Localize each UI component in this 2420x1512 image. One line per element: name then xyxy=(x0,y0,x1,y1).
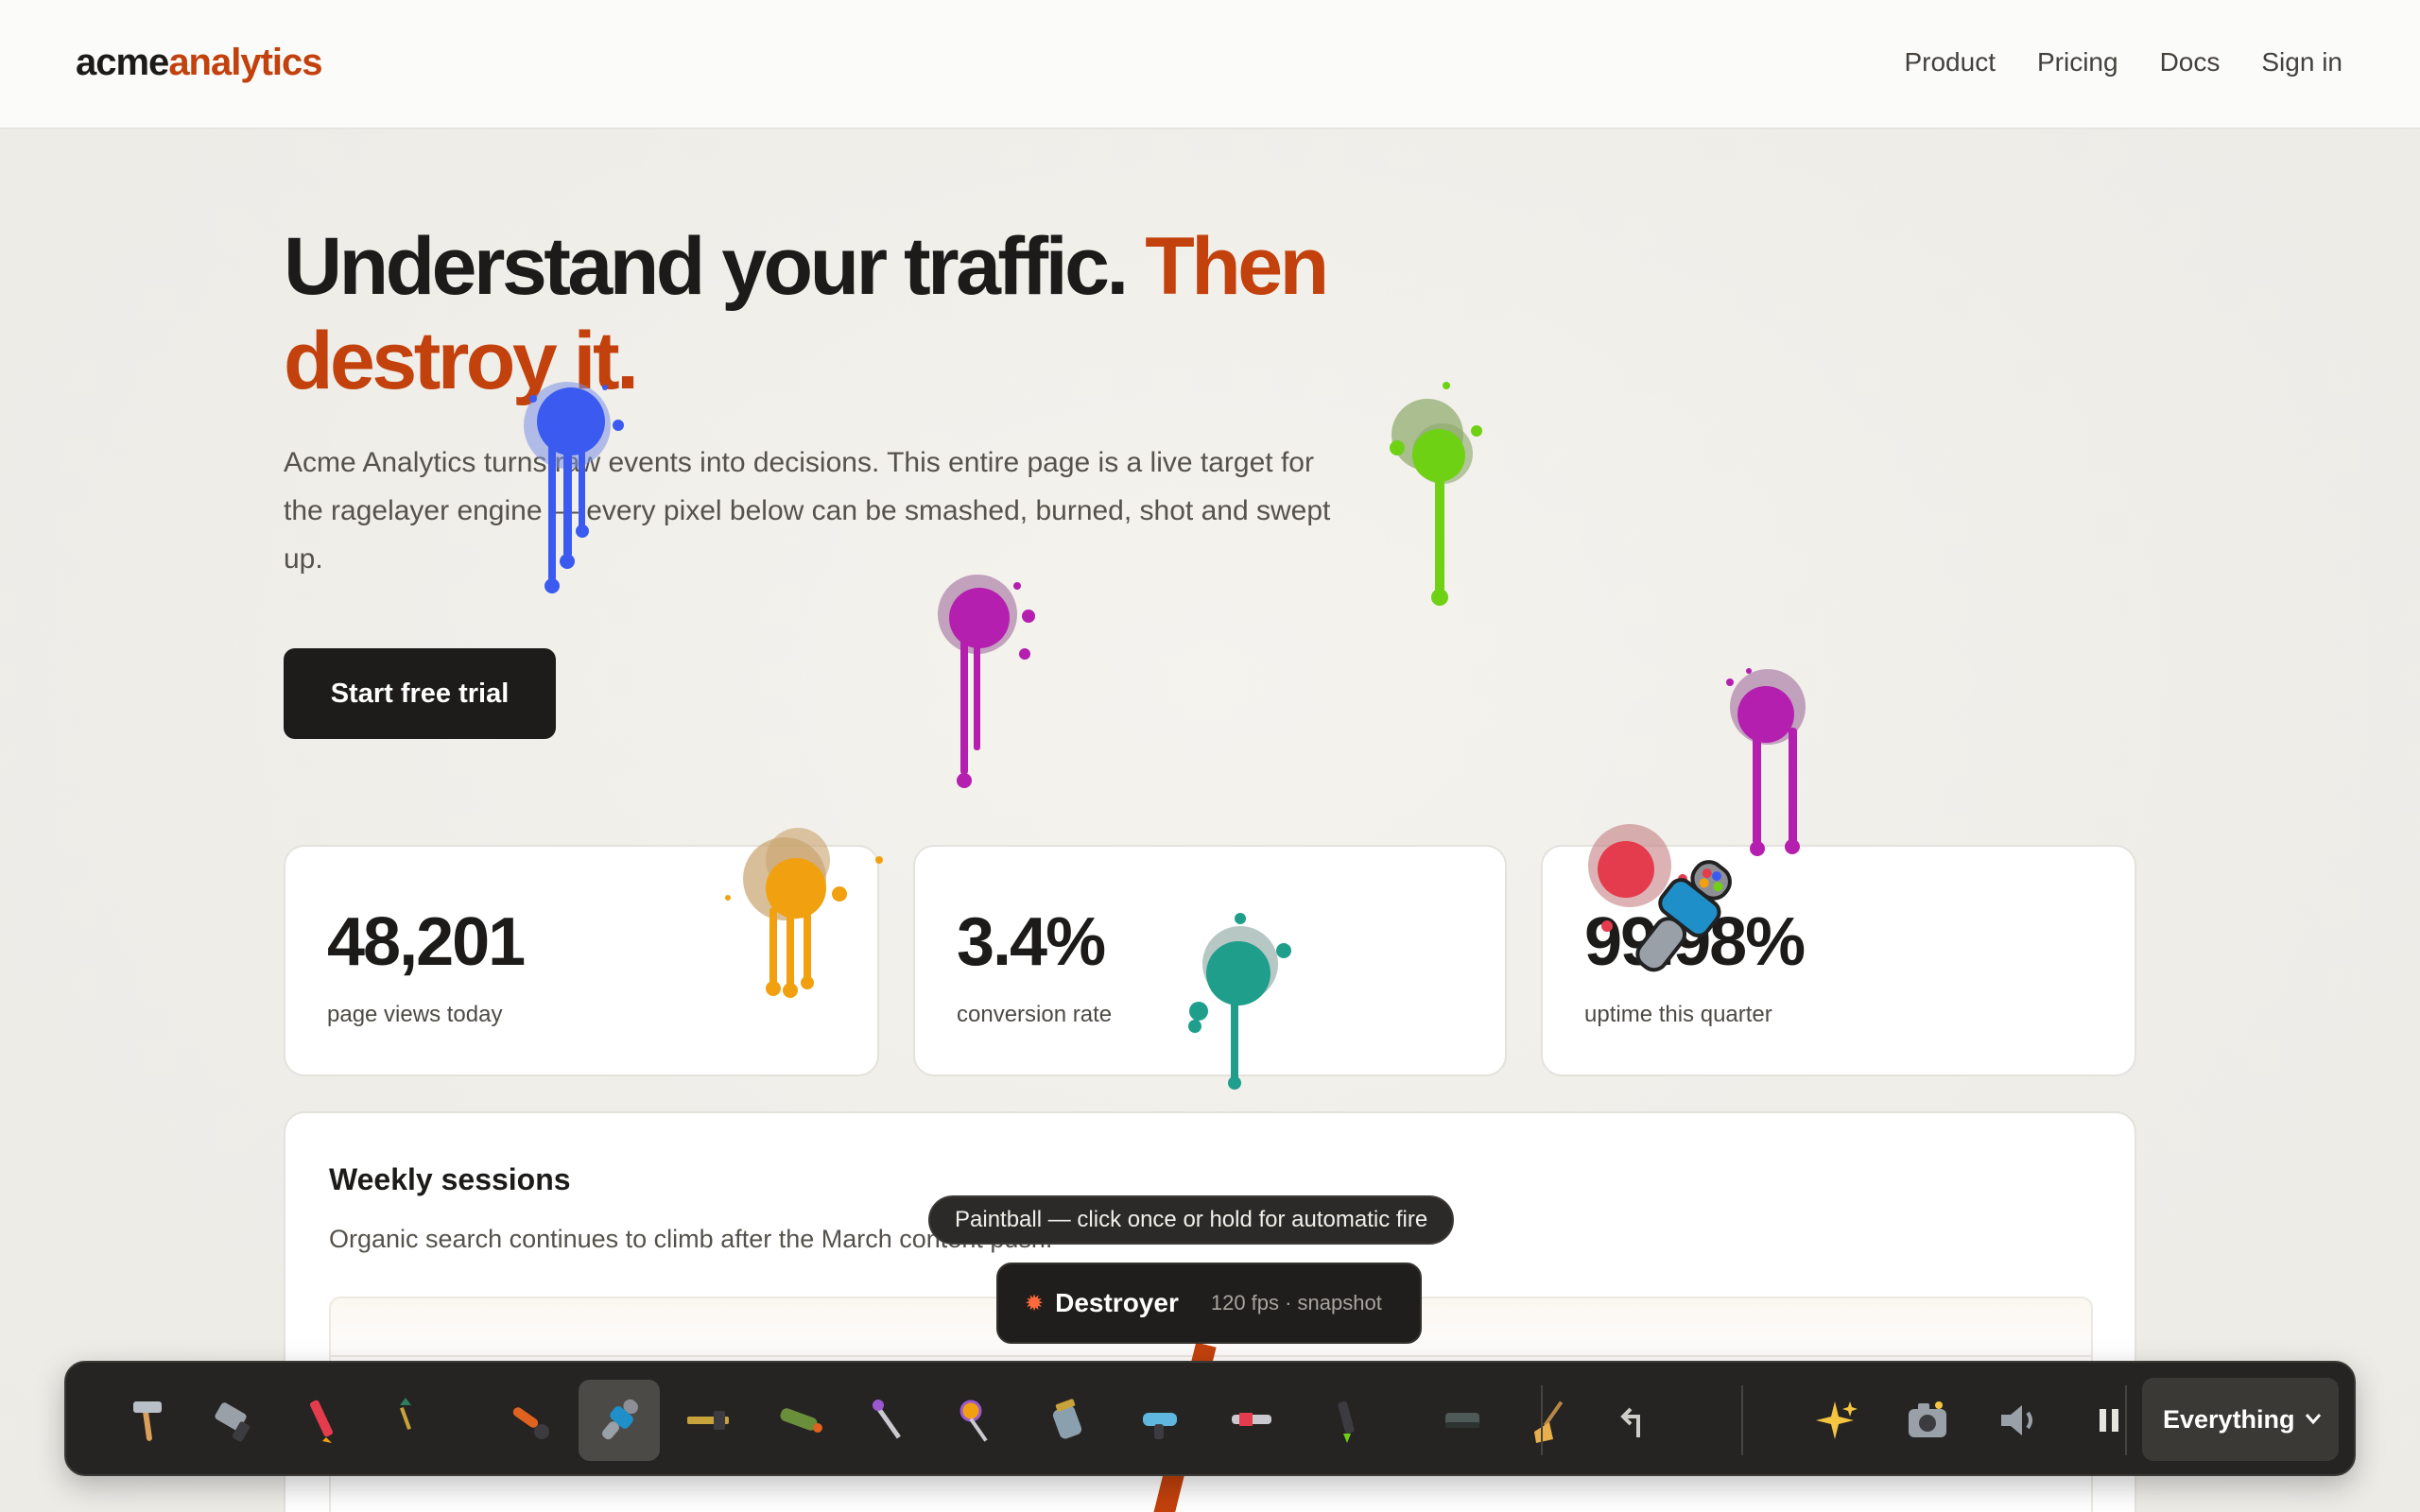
torch-icon[interactable] xyxy=(488,1380,569,1461)
hero-description: Acme Analytics turns raw events into dec… xyxy=(284,447,1331,575)
main-nav: Product Pricing Docs Sign in xyxy=(1904,47,2342,77)
headline-text: Understand your traffic. xyxy=(284,221,1129,312)
magenta-paint-splat-right xyxy=(1711,662,1843,860)
logo[interactable]: acmeanalytics xyxy=(76,42,323,84)
logo-part-analytics: analytics xyxy=(168,42,322,83)
teal-paint-splat xyxy=(1172,907,1305,1096)
destroyer-hud: ✹ Destroyer 120 fps · snapshot xyxy=(996,1263,1422,1344)
magenta-paint-splat-left xyxy=(926,567,1059,803)
rocket-launcher-icon[interactable] xyxy=(758,1380,839,1461)
toolbar-divider xyxy=(1541,1385,1543,1455)
explosion-icon: ✹ xyxy=(1025,1290,1045,1316)
marker-icon[interactable] xyxy=(1305,1380,1386,1461)
stat-value: 3.4% xyxy=(957,904,1106,980)
nav-product[interactable]: Product xyxy=(1904,47,1996,77)
target-selector-value: Everything xyxy=(2163,1404,2295,1434)
magic-wand-icon[interactable] xyxy=(849,1380,930,1461)
nav-docs[interactable]: Docs xyxy=(2160,47,2221,77)
green-paint-splat xyxy=(1371,369,1503,614)
destroyer-toolbar: Everything xyxy=(64,1361,2356,1476)
sparkles-icon[interactable] xyxy=(1794,1380,1876,1461)
stat-label: uptime this quarter xyxy=(1584,1002,1772,1027)
nav-sign-in[interactable]: Sign in xyxy=(2261,47,2342,77)
eraser-icon[interactable] xyxy=(1422,1380,1503,1461)
panel-title: Weekly sessions xyxy=(329,1162,571,1196)
chainsaw-icon[interactable] xyxy=(195,1380,276,1461)
rifle-icon[interactable] xyxy=(667,1380,749,1461)
speaker-icon[interactable] xyxy=(1978,1380,2059,1461)
blue-paint-splat xyxy=(510,350,643,614)
hero-headline: Understand your traffic. Then destroy it… xyxy=(284,219,1418,408)
toolbar-divider xyxy=(1741,1385,1743,1455)
undo-icon[interactable] xyxy=(1596,1380,1677,1461)
tool-tooltip: Paintball — click once or hold for autom… xyxy=(928,1195,1455,1245)
start-free-trial-button[interactable]: Start free trial xyxy=(284,648,556,739)
top-navbar: acmeanalytics Product Pricing Docs Sign … xyxy=(0,0,2420,129)
nav-pricing[interactable]: Pricing xyxy=(2037,47,2118,77)
hammer-icon[interactable] xyxy=(108,1380,189,1461)
paintball-gun-icon[interactable] xyxy=(579,1380,660,1461)
blaster-icon[interactable] xyxy=(1212,1380,1293,1461)
hud-title: Destroyer xyxy=(1055,1288,1179,1317)
dart-icon[interactable] xyxy=(365,1380,446,1461)
broom-icon[interactable] xyxy=(1511,1380,1592,1461)
logo-part-acme: acme xyxy=(76,42,169,83)
hud-meta: 120 fps · snapshot xyxy=(1210,1291,1382,1314)
toolbar-divider xyxy=(2125,1385,2127,1455)
pause-icon[interactable] xyxy=(2068,1380,2150,1461)
chevron-down-icon xyxy=(2303,1406,2324,1435)
stat-label: conversion rate xyxy=(957,1002,1113,1027)
target-selector-dropdown[interactable]: Everything xyxy=(2142,1378,2339,1461)
lollipop-icon[interactable] xyxy=(938,1380,1019,1461)
camera-icon[interactable] xyxy=(1887,1380,1968,1461)
paintball-gun-cursor xyxy=(1626,850,1739,983)
jar-icon[interactable] xyxy=(1028,1380,1110,1461)
ray-gun-icon[interactable] xyxy=(1121,1380,1202,1461)
orange-paint-splat xyxy=(718,803,889,1002)
stat-value: 48,201 xyxy=(327,904,526,980)
stat-label: page views today xyxy=(327,1002,503,1027)
crayon-icon[interactable] xyxy=(280,1380,361,1461)
